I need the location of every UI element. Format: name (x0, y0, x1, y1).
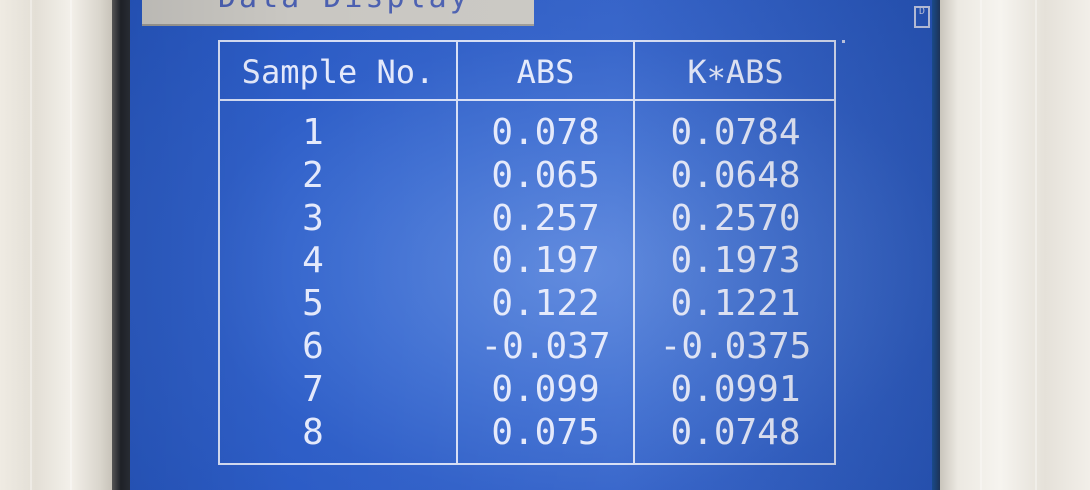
cell-k-abs: 0.0784 (670, 112, 801, 153)
cell-k-abs: 0.1973 (670, 240, 801, 282)
cell-k-abs: 0.0748 (670, 411, 801, 453)
cell-abs: 0.257 (491, 197, 600, 239)
cell-sample-no: 6 (302, 325, 324, 367)
column-k-abs: 0.0784 0.0648 0.2570 0.1973 0.1221 -0.03… (635, 112, 836, 454)
cell-sample-no: 3 (302, 197, 324, 239)
cell-abs: 0.065 (491, 154, 600, 196)
cell-abs: -0.037 (480, 325, 611, 367)
device-bezel-right (940, 0, 1090, 490)
cell-k-abs: 0.2570 (670, 197, 801, 239)
cell-abs: 0.075 (491, 411, 600, 453)
header-sample-no: Sample No. (241, 53, 435, 91)
cell-k-abs: -0.0375 (659, 325, 812, 367)
cell-sample-no: 2 (302, 154, 324, 196)
side-marker-icon: D (914, 6, 930, 28)
header-divider (220, 99, 834, 101)
screen-title: Data Display (218, 0, 471, 15)
cell-k-abs: 0.1221 (670, 283, 801, 325)
cell-sample-no: 8 (302, 411, 324, 453)
cell-k-abs: 0.0991 (670, 368, 801, 410)
header-abs: ABS (516, 53, 575, 91)
device-bezel-left (0, 0, 118, 490)
cell-sample-no: 4 (302, 240, 324, 282)
cell-abs: 0.197 (491, 240, 600, 282)
cell-abs: 0.122 (491, 283, 600, 325)
header-k-abs: K∗ABS (687, 53, 784, 91)
column-abs: 0.078 0.065 0.257 0.197 0.122 -0.037 0.0… (458, 112, 633, 454)
column-sample-no: 1 2 3 4 5 6 7 8 (220, 112, 406, 454)
cell-sample-no: 1 (302, 112, 324, 153)
cell-abs: 0.099 (491, 368, 600, 410)
cell-sample-no: 7 (302, 368, 324, 410)
cell-sample-no: 5 (302, 283, 324, 325)
indicator-dot (842, 40, 845, 43)
lcd-screen: Data Display D Sample No. ABS K∗ABS 1 2 … (130, 0, 940, 490)
cell-k-abs: 0.0648 (670, 154, 801, 196)
data-table: Sample No. ABS K∗ABS 1 2 3 4 5 6 7 8 0.0… (218, 40, 836, 465)
cell-abs: 0.078 (491, 112, 600, 153)
title-bar: Data Display (142, 0, 534, 26)
